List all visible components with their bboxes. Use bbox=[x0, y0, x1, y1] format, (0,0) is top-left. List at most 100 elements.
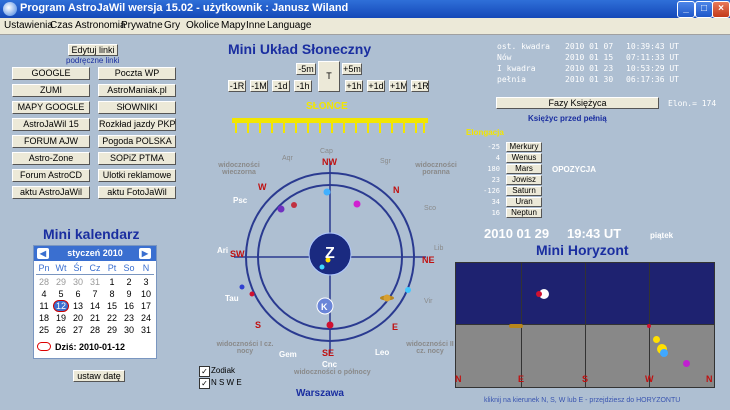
link-aktu-fotojawil[interactable]: aktu FotoJaWil bbox=[98, 186, 176, 199]
plus-1y-button[interactable]: +1R bbox=[411, 80, 429, 92]
nswe-checkbox[interactable]: ✓ bbox=[199, 378, 210, 389]
calendar-day[interactable]: 22 bbox=[104, 313, 120, 323]
calendar-day[interactable]: 31 bbox=[87, 277, 103, 287]
menu-gry[interactable]: Gry bbox=[164, 20, 180, 31]
planet-marker[interactable] bbox=[323, 188, 331, 196]
planet-marker[interactable] bbox=[405, 287, 411, 293]
planet-marker[interactable] bbox=[647, 324, 651, 328]
minus-1m-button[interactable]: -1M bbox=[250, 80, 268, 92]
horizon-dir-e[interactable]: E bbox=[518, 374, 524, 384]
calendar-day[interactable]: 13 bbox=[70, 301, 86, 311]
saturn-icon[interactable] bbox=[509, 324, 523, 328]
next-month-button[interactable]: ▶ bbox=[139, 248, 151, 259]
minus-1h-button[interactable]: -1h bbox=[294, 80, 312, 92]
zodiac-checkbox[interactable]: ✓ bbox=[199, 366, 210, 377]
calendar-day[interactable]: 9 bbox=[121, 289, 137, 299]
today-t-button[interactable]: T bbox=[318, 61, 340, 92]
plus-1h-button[interactable]: +1h bbox=[345, 80, 363, 92]
planet-marker[interactable] bbox=[353, 200, 361, 208]
calendar-day[interactable]: 18 bbox=[36, 313, 52, 323]
planet-merkury-button[interactable]: Merkury bbox=[506, 142, 542, 152]
horizon-dir-n2[interactable]: N bbox=[706, 374, 713, 384]
link-sopiz-ptma[interactable]: SOPiZ PTMA bbox=[98, 152, 176, 165]
menu-czas[interactable]: Czas bbox=[50, 20, 73, 31]
calendar-day[interactable]: 24 bbox=[138, 313, 154, 323]
calendar-day[interactable]: 29 bbox=[104, 325, 120, 335]
plus-5m-button[interactable]: +5m bbox=[342, 63, 362, 75]
planet-marker[interactable] bbox=[291, 202, 297, 208]
planet-marker[interactable] bbox=[683, 360, 690, 367]
link-astro-zone[interactable]: Astro-Zone bbox=[12, 152, 90, 165]
moon-phases-button[interactable]: Fazy Księżyca bbox=[496, 97, 659, 109]
set-date-button[interactable]: ustaw datę bbox=[73, 370, 125, 382]
planet-marker[interactable] bbox=[249, 291, 255, 297]
link-forum-astrocd[interactable]: Forum AstroCD bbox=[12, 169, 90, 182]
saturn-body[interactable] bbox=[383, 294, 391, 302]
link-poczta-wp[interactable]: Poczta WP bbox=[98, 67, 176, 80]
close-button[interactable]: × bbox=[712, 1, 730, 18]
link-rozklad-pkp[interactable]: Rozkład jazdy PKP bbox=[98, 118, 176, 131]
calendar-day[interactable]: 31 bbox=[138, 325, 154, 335]
edit-links-button[interactable]: Edytuj linki bbox=[68, 44, 118, 56]
prev-month-button[interactable]: ◀ bbox=[37, 248, 49, 259]
menu-language[interactable]: Language bbox=[267, 20, 312, 31]
calendar-day[interactable]: 26 bbox=[53, 325, 69, 335]
horizon-dir-n[interactable]: N bbox=[455, 374, 462, 384]
minus-1d-button[interactable]: -1d bbox=[272, 80, 290, 92]
planet-marker[interactable] bbox=[277, 205, 285, 213]
planet-jowisz-button[interactable]: Jowisz bbox=[506, 175, 542, 185]
planet-neptun-button[interactable]: Neptun bbox=[506, 208, 542, 218]
link-google[interactable]: GOOGLE bbox=[12, 67, 90, 80]
calendar-day[interactable]: 30 bbox=[121, 325, 137, 335]
calendar-day[interactable]: 28 bbox=[36, 277, 52, 287]
planet-marker[interactable] bbox=[653, 336, 660, 343]
maximize-button[interactable]: □ bbox=[695, 1, 713, 18]
link-astromaniak[interactable]: AstroManiak.pl bbox=[98, 84, 176, 97]
link-zumi[interactable]: ZUMI bbox=[12, 84, 90, 97]
horizon-dir-s[interactable]: S bbox=[582, 374, 588, 384]
link-ulotki[interactable]: Ulotki reklamowe bbox=[98, 169, 176, 182]
planet-mars-button[interactable]: Mars bbox=[506, 164, 542, 174]
calendar-day[interactable]: 5 bbox=[53, 289, 69, 299]
calendar-day[interactable]: 16 bbox=[121, 301, 137, 311]
planet-marker[interactable] bbox=[319, 264, 325, 270]
horizon-dir-w[interactable]: W bbox=[645, 374, 654, 384]
planet-uran-button[interactable]: Uran bbox=[506, 197, 542, 207]
calendar-day[interactable]: 14 bbox=[87, 301, 103, 311]
planet-marker[interactable] bbox=[660, 349, 668, 357]
calendar-day[interactable]: 11 bbox=[36, 301, 52, 311]
calendar-day[interactable]: 21 bbox=[87, 313, 103, 323]
calendar-day[interactable]: 8 bbox=[104, 289, 120, 299]
link-astrojawil[interactable]: AstroJaWil 15 bbox=[12, 118, 90, 131]
planet-marker[interactable] bbox=[239, 284, 245, 290]
calendar-day[interactable]: 2 bbox=[121, 277, 137, 287]
plus-1mo-button[interactable]: +1M bbox=[389, 80, 407, 92]
link-pogoda-polska[interactable]: Pogoda POLSKA bbox=[98, 135, 176, 148]
minus-1y-button[interactable]: -1R bbox=[228, 80, 246, 92]
calendar-day[interactable]: 29 bbox=[53, 277, 69, 287]
calendar-day[interactable]: 25 bbox=[36, 325, 52, 335]
minus-5m-button[interactable]: -5m bbox=[296, 63, 316, 75]
calendar-day[interactable]: 17 bbox=[138, 301, 154, 311]
menu-mapy[interactable]: Mapy bbox=[221, 20, 245, 31]
calendar-day[interactable]: 30 bbox=[70, 277, 86, 287]
calendar-day[interactable]: 7 bbox=[87, 289, 103, 299]
mini-horizon-panel[interactable]: N E S W N bbox=[455, 262, 715, 388]
planet-marker[interactable] bbox=[536, 291, 542, 297]
calendar-day[interactable]: 1 bbox=[104, 277, 120, 287]
planet-saturn-button[interactable]: Saturn bbox=[506, 186, 542, 196]
calendar-day[interactable]: 3 bbox=[138, 277, 154, 287]
calendar-day[interactable]: 28 bbox=[87, 325, 103, 335]
minimize-button[interactable]: _ bbox=[677, 1, 695, 18]
planet-wenus-button[interactable]: Wenus bbox=[506, 153, 542, 163]
calendar-day[interactable]: 20 bbox=[70, 313, 86, 323]
plus-1d-button[interactable]: +1d bbox=[367, 80, 385, 92]
link-aktu-astrojawil[interactable]: aktu AstroJaWil bbox=[12, 186, 90, 199]
calendar-day[interactable]: 19 bbox=[53, 313, 69, 323]
calendar-day-selected[interactable]: 12 bbox=[53, 300, 69, 312]
menu-ustawienia[interactable]: Ustawienia bbox=[4, 20, 53, 31]
menu-okolice[interactable]: Okolice bbox=[186, 20, 219, 31]
menu-prywatne[interactable]: Prywatne bbox=[121, 20, 163, 31]
link-mapy-google[interactable]: MAPY GOOGLE bbox=[12, 101, 90, 114]
calendar-day[interactable]: 23 bbox=[121, 313, 137, 323]
